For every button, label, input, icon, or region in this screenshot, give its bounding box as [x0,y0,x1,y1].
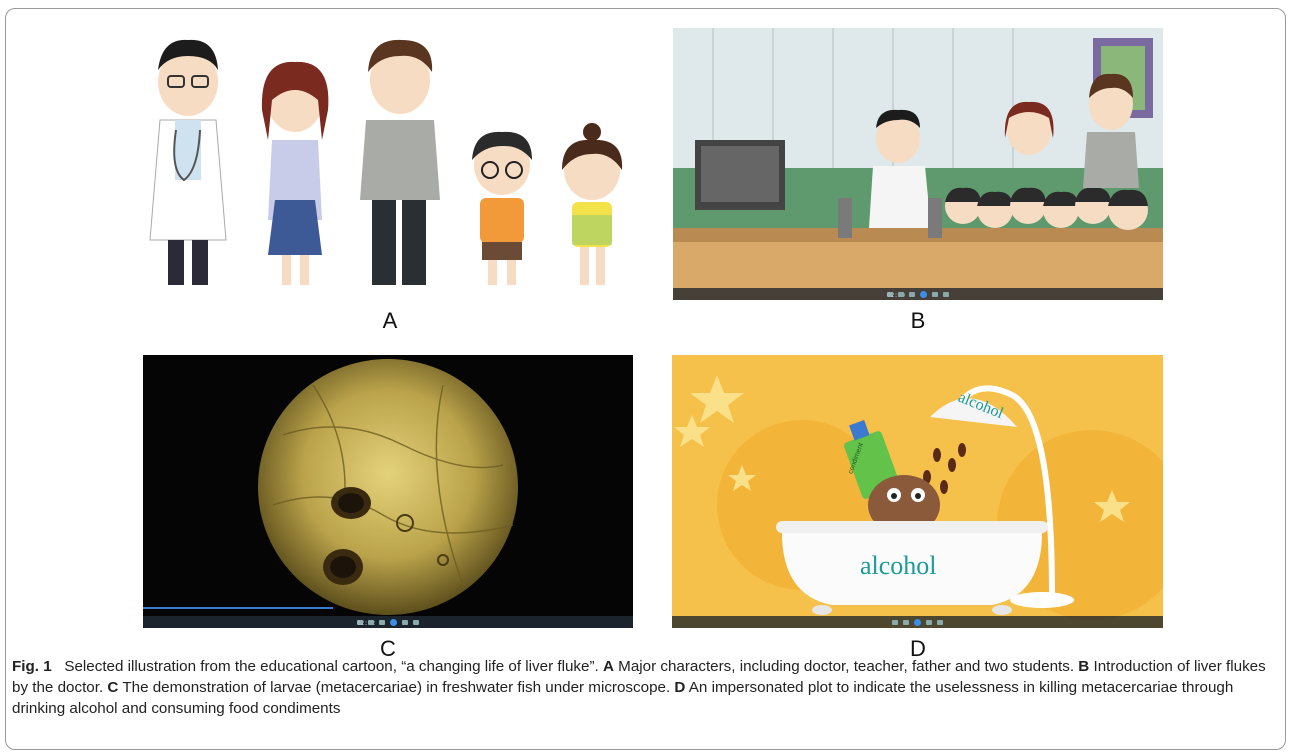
panel-a-label: A [382,308,398,333]
panel-d-video-controls[interactable] [672,616,1163,628]
next-icon[interactable] [932,291,938,297]
volume-icon[interactable] [937,619,943,625]
next-icon[interactable] [402,619,408,625]
caption-key-b: B [1078,658,1090,675]
microscope-field-illustration [143,359,518,615]
volume-icon[interactable] [943,291,949,297]
boy-student-character [472,131,532,285]
girl-student-character [562,123,623,285]
characters-illustration [149,39,623,285]
panel-c-video-time: 02:42 [357,619,376,627]
play-icon[interactable] [920,290,927,298]
caption-intro: Selected illustration from the education… [64,658,599,675]
panel-b-video-controls[interactable]: 02:40 [673,288,1163,300]
play-icon[interactable] [914,618,921,626]
caption-key-d: D [674,679,686,696]
figure-caption: Fig. 1 Selected illustration from the ed… [12,656,1274,719]
stop-icon[interactable] [898,291,904,297]
lab-scene-illustration [673,28,1163,300]
caption-text-a: Major characters, including doctor, teac… [618,658,1075,675]
figure-number: Fig. 1 [12,658,52,675]
panel-c-video-controls[interactable]: 02:42 [143,616,633,628]
teacher-character [261,61,329,285]
previous-icon[interactable] [903,619,909,625]
panel-a-characters [140,20,640,300]
panel-b-lab-scene: 02:40 [673,28,1163,300]
panel-b-label: B [910,308,926,333]
panel-b-video-time: 02:40 [887,291,906,299]
play-icon[interactable] [390,618,397,626]
caption-key-c: C [107,679,119,696]
caption-key-a: A [602,658,614,675]
previous-icon[interactable] [379,619,385,625]
stop-icon[interactable] [368,619,374,625]
panel-c-microscope-view: 02:42 [143,355,633,628]
doctor-character [149,39,227,285]
caption-text-c: The demonstration of larvae (metacercari… [122,679,671,696]
alcohol-bath-illustration [674,375,1163,620]
next-icon[interactable] [926,619,932,625]
previous-icon[interactable] [909,291,915,297]
panel-d-alcohol-bath: alcohol condiment alcohol [672,355,1163,628]
stop-icon[interactable] [892,619,898,625]
tub-alcohol-text: alcohol [860,551,937,580]
father-character [360,39,440,285]
volume-icon[interactable] [413,619,419,625]
